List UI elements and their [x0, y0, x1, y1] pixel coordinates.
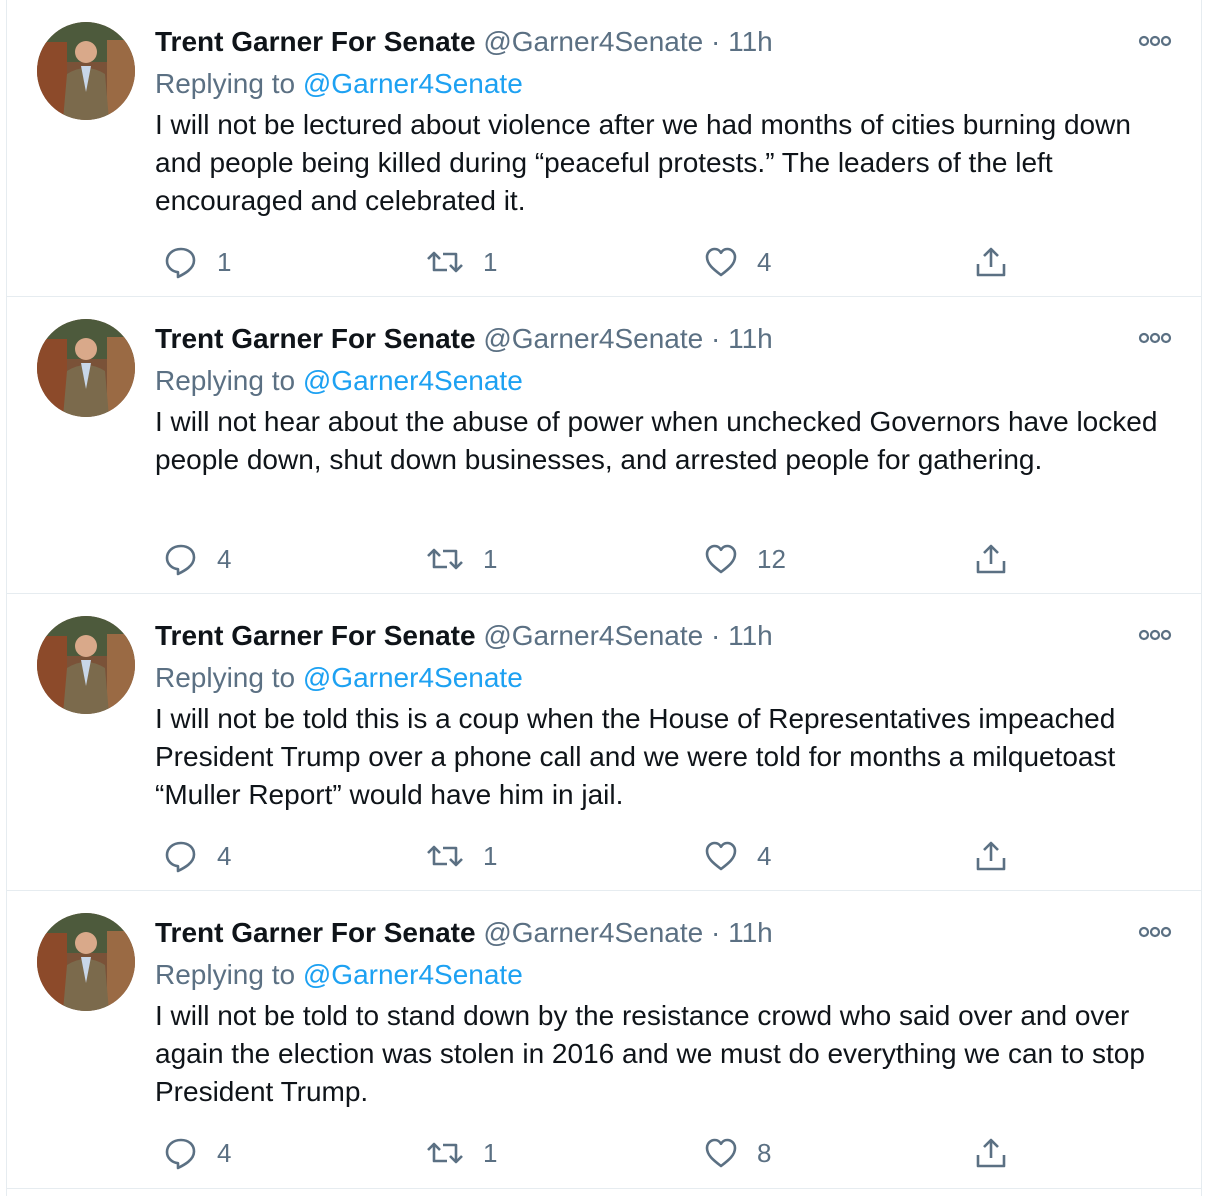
more-icon[interactable]	[1135, 325, 1175, 351]
avatar[interactable]	[37, 319, 135, 417]
tweet-header: Trent Garner For Senate @Garner4Senate ·…	[155, 22, 1171, 62]
share-button[interactable]	[973, 539, 1009, 579]
more-icon[interactable]	[1135, 622, 1175, 648]
retweet-count: 1	[483, 1137, 498, 1168]
replying-to-label: Replying to	[155, 365, 296, 396]
retweet-button[interactable]: 1	[425, 242, 497, 282]
replying-to-label: Replying to	[155, 68, 296, 99]
tweet-text: I will not be told to stand down by the …	[155, 1000, 1145, 1107]
replying-to: Replying to @Garner4Senate	[155, 361, 1171, 401]
author-name[interactable]: Trent Garner For Senate	[155, 26, 476, 57]
tweet-actions: 1 1 4	[155, 242, 1075, 282]
timestamp[interactable]: 11h	[728, 917, 773, 948]
share-icon[interactable]	[973, 541, 1009, 577]
avatar[interactable]	[37, 22, 135, 120]
reply-count: 4	[217, 1137, 232, 1168]
retweet-count: 1	[483, 246, 498, 277]
timestamp[interactable]: 11h	[728, 26, 773, 57]
like-icon[interactable]	[703, 541, 739, 577]
replying-to-label: Replying to	[155, 662, 296, 693]
share-icon[interactable]	[973, 838, 1009, 874]
tweet-actions: 4 1 4	[155, 836, 1075, 876]
separator: ·	[711, 620, 721, 651]
share-icon[interactable]	[973, 1135, 1009, 1171]
reply-count: 4	[217, 840, 232, 871]
tweet-text: I will not hear about the abuse of power…	[155, 406, 1158, 475]
separator: ·	[711, 26, 721, 57]
author-handle[interactable]: @Garner4Senate	[483, 26, 703, 57]
tweet[interactable]: Trent Garner For Senate @Garner4Senate ·…	[7, 0, 1201, 297]
more-icon[interactable]	[1135, 28, 1175, 54]
reply-icon[interactable]	[163, 838, 199, 874]
replying-to-link[interactable]: @Garner4Senate	[303, 68, 523, 99]
author-name[interactable]: Trent Garner For Senate	[155, 620, 476, 651]
avatar[interactable]	[37, 616, 135, 714]
author-name[interactable]: Trent Garner For Senate	[155, 323, 476, 354]
share-button[interactable]	[973, 836, 1009, 876]
tweet-header: Trent Garner For Senate @Garner4Senate ·…	[155, 913, 1171, 953]
reply-button[interactable]: 1	[163, 242, 231, 282]
avatar[interactable]	[37, 913, 135, 1011]
tweet-actions: 4 1 12	[155, 539, 1075, 579]
more-icon[interactable]	[1135, 919, 1175, 945]
like-count: 12	[757, 543, 786, 574]
reply-button[interactable]: 4	[163, 836, 231, 876]
reply-icon[interactable]	[163, 541, 199, 577]
reply-icon[interactable]	[163, 1135, 199, 1171]
like-button[interactable]: 12	[703, 539, 786, 579]
reply-button[interactable]: 4	[163, 539, 231, 579]
reply-button[interactable]: 4	[163, 1133, 231, 1173]
tweet-header: Trent Garner For Senate @Garner4Senate ·…	[155, 319, 1171, 359]
author-name[interactable]: Trent Garner For Senate	[155, 917, 476, 948]
retweet-icon[interactable]	[425, 838, 465, 874]
reply-icon[interactable]	[163, 244, 199, 280]
tweet[interactable]: Trent Garner For Senate @Garner4Senate ·…	[7, 297, 1201, 594]
timestamp[interactable]: 11h	[728, 323, 773, 354]
retweet-button[interactable]: 1	[425, 836, 497, 876]
like-icon[interactable]	[703, 1135, 739, 1171]
reply-count: 4	[217, 543, 232, 574]
share-button[interactable]	[973, 1133, 1009, 1173]
reply-count: 1	[217, 246, 232, 277]
replying-to-label: Replying to	[155, 959, 296, 990]
tweet-thread: Trent Garner For Senate @Garner4Senate ·…	[6, 0, 1202, 1196]
tweet-actions: 4 1 8	[155, 1133, 1075, 1173]
author-handle[interactable]: @Garner4Senate	[483, 917, 703, 948]
like-count: 8	[757, 1137, 772, 1168]
retweet-count: 1	[483, 543, 498, 574]
like-count: 4	[757, 840, 772, 871]
replying-to: Replying to @Garner4Senate	[155, 658, 1171, 698]
tweet-text: I will not be told this is a coup when t…	[155, 703, 1116, 810]
replying-to-link[interactable]: @Garner4Senate	[303, 959, 523, 990]
author-handle[interactable]: @Garner4Senate	[483, 620, 703, 651]
replying-to: Replying to @Garner4Senate	[155, 955, 1171, 995]
tweet[interactable]: Trent Garner For Senate @Garner4Senate ·…	[7, 891, 1201, 1189]
like-count: 4	[757, 246, 772, 277]
retweet-button[interactable]: 1	[425, 1133, 497, 1173]
retweet-icon[interactable]	[425, 244, 465, 280]
like-button[interactable]: 4	[703, 836, 771, 876]
like-button[interactable]: 8	[703, 1133, 771, 1173]
tweet-text: I will not be lectured about violence af…	[155, 109, 1131, 216]
separator: ·	[711, 917, 721, 948]
author-handle[interactable]: @Garner4Senate	[483, 323, 703, 354]
replying-to: Replying to @Garner4Senate	[155, 64, 1171, 104]
like-button[interactable]: 4	[703, 242, 771, 282]
like-icon[interactable]	[703, 838, 739, 874]
retweet-count: 1	[483, 840, 498, 871]
share-icon[interactable]	[973, 244, 1009, 280]
tweet[interactable]: Trent Garner For Senate @Garner4Senate ·…	[7, 594, 1201, 891]
retweet-icon[interactable]	[425, 541, 465, 577]
share-button[interactable]	[973, 242, 1009, 282]
timestamp[interactable]: 11h	[728, 620, 773, 651]
like-icon[interactable]	[703, 244, 739, 280]
retweet-button[interactable]: 1	[425, 539, 497, 579]
replying-to-link[interactable]: @Garner4Senate	[303, 662, 523, 693]
replying-to-link[interactable]: @Garner4Senate	[303, 365, 523, 396]
retweet-icon[interactable]	[425, 1135, 465, 1171]
separator: ·	[711, 323, 721, 354]
tweet-header: Trent Garner For Senate @Garner4Senate ·…	[155, 616, 1171, 656]
